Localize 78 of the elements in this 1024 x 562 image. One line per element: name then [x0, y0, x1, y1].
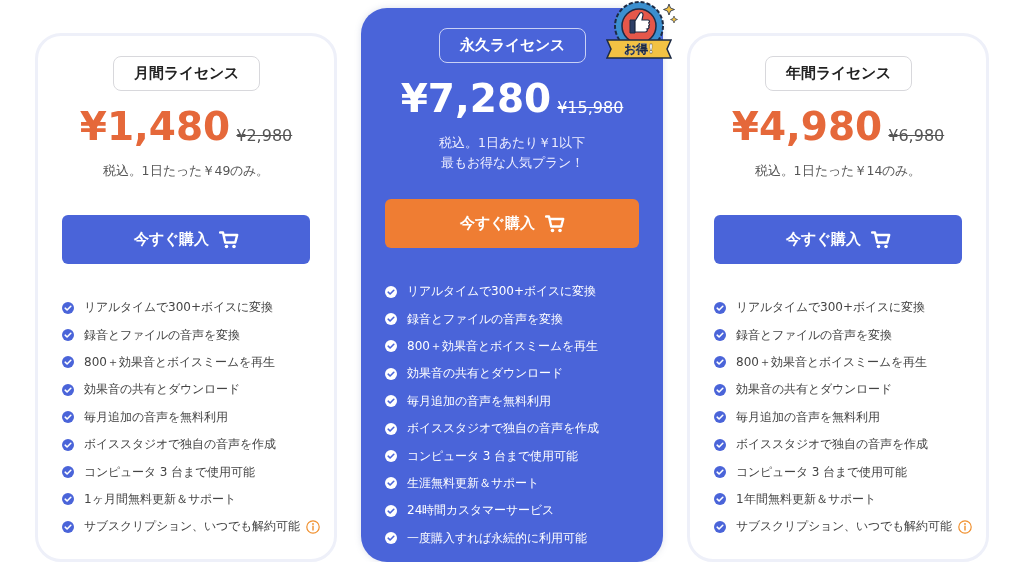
- check-icon: [714, 411, 726, 424]
- feature-text: 録音とファイルの音声を変換: [84, 326, 240, 344]
- cart-icon: [544, 214, 565, 233]
- check-icon: [62, 411, 74, 424]
- info-icon[interactable]: [306, 519, 320, 534]
- plan-name: 永久ライセンス: [438, 28, 586, 63]
- check-icon: [62, 520, 74, 533]
- price-note: 税込。1日たった￥49のみ。: [102, 162, 270, 180]
- check-icon: [714, 466, 726, 479]
- feature-text: 一度購入すれば永続的に利用可能: [407, 529, 587, 547]
- feature-text: 毎月追加の音声を無料利用: [84, 408, 228, 426]
- plan-name: 年間ライセンス: [764, 56, 912, 91]
- check-icon: [714, 329, 726, 342]
- buy-now-button[interactable]: 今すぐ購入: [385, 199, 639, 248]
- check-icon: [62, 329, 74, 342]
- feature-text: 効果音の共有とダウンロード: [84, 381, 240, 399]
- feature-text: 800＋効果音とボイスミームを再生: [84, 353, 275, 371]
- feature-text: 録音とファイルの音声を変換: [407, 310, 563, 328]
- feature-text: リアルタイムで300+ボイスに変換: [736, 299, 925, 317]
- check-icon: [385, 367, 397, 380]
- check-icon: [62, 356, 74, 369]
- buy-now-button[interactable]: 今すぐ購入: [62, 215, 310, 264]
- check-icon: [385, 340, 397, 353]
- original-price: ¥15,980: [557, 98, 624, 117]
- feature-text: 効果音の共有とダウンロード: [407, 365, 563, 383]
- check-icon: [385, 504, 397, 517]
- check-icon: [714, 356, 726, 369]
- feature-text: コンピュータ 3 台まで使用可能: [84, 463, 256, 481]
- feature-text: 毎月追加の音声を無料利用: [407, 392, 551, 410]
- check-icon: [62, 383, 74, 396]
- cart-icon: [870, 230, 891, 249]
- check-icon: [385, 450, 397, 463]
- price: ¥4,980: [731, 105, 883, 149]
- check-icon: [385, 532, 397, 545]
- feature-text: 生涯無料更新＆サポート: [407, 474, 539, 492]
- buy-now-button[interactable]: 今すぐ購入: [714, 215, 962, 264]
- price: ¥7,280: [400, 77, 552, 121]
- check-icon: [714, 301, 726, 314]
- price: ¥1,480: [79, 105, 231, 149]
- feature-text: ボイススタジオで独自の音声を作成: [84, 436, 276, 454]
- check-icon: [62, 301, 74, 314]
- feature-text: 効果音の共有とダウンロード: [736, 381, 892, 399]
- check-icon: [385, 477, 397, 490]
- feature-text: サブスクリプション、いつでも解約可能: [84, 518, 300, 536]
- info-icon[interactable]: [958, 519, 972, 534]
- check-icon: [62, 493, 74, 506]
- feature-text: コンピュータ 3 台まで使用可能: [736, 463, 908, 481]
- feature-text: ボイススタジオで独自の音声を作成: [736, 436, 928, 454]
- check-icon: [385, 313, 397, 326]
- feature-text: 800＋効果音とボイスミームを再生: [736, 353, 927, 371]
- feature-text: リアルタイムで300+ボイスに変換: [84, 299, 273, 317]
- feature-text: リアルタイムで300+ボイスに変換: [407, 283, 596, 301]
- feature-text: 24時間カスタマーサービス: [407, 502, 555, 520]
- feature-text: 1年間無料更新＆サポート: [736, 490, 876, 508]
- plan-name: 月間ライセンス: [112, 56, 260, 91]
- feature-text: 録音とファイルの音声を変換: [736, 326, 892, 344]
- original-price: ¥2,980: [236, 126, 293, 145]
- check-icon: [62, 438, 74, 451]
- cart-icon: [218, 230, 239, 249]
- feature-text: ボイススタジオで独自の音声を作成: [407, 420, 599, 438]
- feature-text: コンピュータ 3 台まで使用可能: [407, 447, 579, 465]
- price-note: 税込。1日たった￥14のみ。: [754, 162, 922, 180]
- price-note: 最もお得な人気プラン！: [439, 154, 585, 172]
- check-icon: [62, 466, 74, 479]
- check-icon: [385, 285, 397, 298]
- check-icon: [714, 493, 726, 506]
- check-icon: [714, 438, 726, 451]
- feature-text: 毎月追加の音声を無料利用: [736, 408, 880, 426]
- badge-label: お得!: [623, 41, 655, 58]
- feature-text: 800＋効果音とボイスミームを再生: [407, 337, 598, 355]
- price-note: 税込。1日あたり￥1以下: [439, 134, 585, 152]
- feature-text: サブスクリプション、いつでも解約可能: [736, 518, 952, 536]
- check-icon: [385, 395, 397, 408]
- feature-text: 1ヶ月間無料更新＆サポート: [84, 490, 236, 508]
- check-icon: [714, 383, 726, 396]
- check-icon: [385, 422, 397, 435]
- check-icon: [714, 520, 726, 533]
- original-price: ¥6,980: [888, 126, 945, 145]
